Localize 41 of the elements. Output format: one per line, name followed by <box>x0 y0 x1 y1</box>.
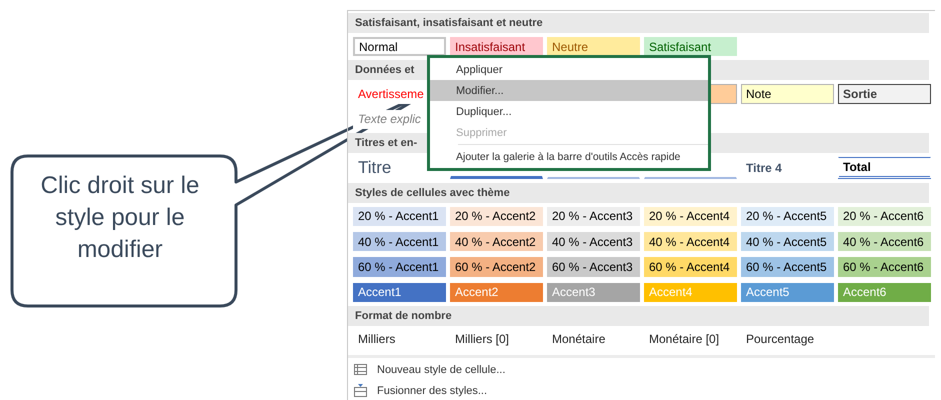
style-cell[interactable]: 60 % - Accent3 <box>547 257 640 276</box>
style-cell[interactable]: 40 % - Accent5 <box>741 232 834 252</box>
style-cell[interactable]: Note <box>741 84 834 104</box>
style-cell[interactable]: 40 % - Accent3 <box>547 232 640 252</box>
style-cell[interactable]: 40 % - Accent1 <box>353 232 446 252</box>
style-cell[interactable]: 60 % - Accent1 <box>353 257 446 276</box>
style-cell[interactable]: 20 % - Accent6 <box>838 206 931 226</box>
style-cell[interactable]: Insatisfaisant <box>450 37 543 56</box>
style-cell[interactable]: Total <box>838 156 931 179</box>
style-cell[interactable]: Titre 4 <box>741 156 834 179</box>
style-cell[interactable]: 40 % - Accent2 <box>450 232 543 252</box>
section-header: Satisfaisant, insatisfaisant et neutre <box>348 13 929 33</box>
menu-item[interactable]: Modifier... <box>430 80 708 101</box>
style-cell[interactable]: 20 % - Accent3 <box>547 206 640 226</box>
section-header: Format de nombre <box>348 306 929 326</box>
style-cell[interactable]: 20 % - Accent2 <box>450 206 543 226</box>
style-cell[interactable]: Neutre <box>547 37 640 56</box>
style-cell[interactable]: Milliers [0] <box>450 330 543 349</box>
style-cell[interactable]: Monétaire [0] <box>644 330 737 349</box>
style-cell[interactable]: 20 % - Accent1 <box>353 206 446 226</box>
style-cell[interactable]: Normal <box>353 37 446 56</box>
gallery-command[interactable]: Fusionner des styles... <box>348 381 494 400</box>
callout-text: Clic droit sur le style pour le modifier <box>40 171 200 265</box>
cell-style-icon <box>354 363 367 376</box>
style-cell[interactable]: 60 % - Accent4 <box>644 257 737 276</box>
style-cell[interactable]: Sortie <box>838 84 931 104</box>
style-cell[interactable]: 60 % - Accent5 <box>741 257 834 276</box>
style-cell[interactable]: 60 % - Accent6 <box>838 257 931 276</box>
merge-styles-icon <box>354 384 367 397</box>
style-cell[interactable]: 60 % - Accent2 <box>450 257 543 276</box>
style-cell[interactable]: Satisfaisant <box>644 37 737 56</box>
style-cell[interactable]: 20 % - Accent5 <box>741 206 834 226</box>
style-cell[interactable]: 40 % - Accent4 <box>644 232 737 252</box>
gallery-command[interactable]: Nouveau style de cellule... <box>348 360 512 379</box>
section-header: Styles de cellules avec thème <box>348 182 929 203</box>
style-cell[interactable]: 20 % - Accent4 <box>644 206 737 226</box>
style-cell[interactable]: 40 % - Accent6 <box>838 232 931 252</box>
style-cell[interactable]: Milliers <box>353 330 446 349</box>
style-cell[interactable]: Pourcentage <box>741 330 834 349</box>
style-cell[interactable]: Monétaire <box>547 330 640 349</box>
style-cell[interactable]: Accent1 <box>353 282 446 302</box>
